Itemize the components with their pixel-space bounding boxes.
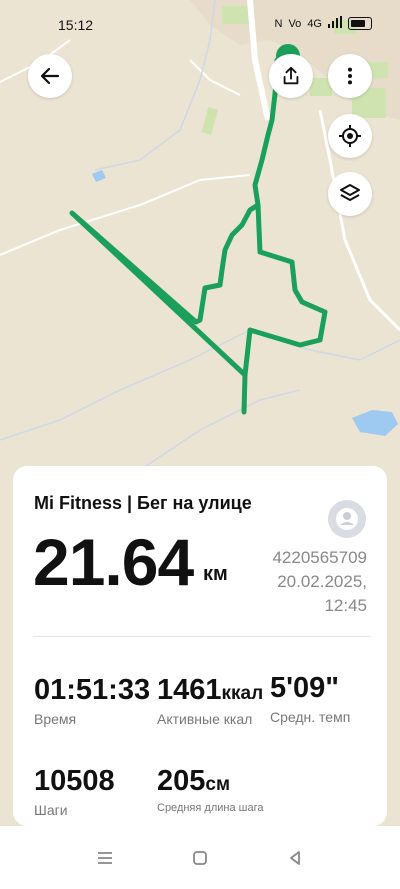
back-triangle-icon (290, 851, 300, 865)
user-avatar-icon (328, 500, 366, 538)
duration-value: 01:51:33 (34, 674, 151, 706)
home-button[interactable] (188, 846, 212, 870)
steps-label: Шаги (34, 802, 68, 818)
volte-icon: Vo (288, 17, 302, 30)
menu-icon (98, 852, 112, 864)
pace-label: Средн. темп (270, 709, 351, 725)
share-icon (283, 66, 299, 85)
layers-button[interactable] (328, 172, 372, 216)
stat-steps: 10508 Шаги (34, 765, 115, 818)
stride-value: 205 (157, 765, 206, 797)
stride-label: Средняя длина шага (157, 802, 264, 814)
signal-icon (328, 16, 342, 31)
arrow-left-icon (40, 67, 60, 85)
workout-time: 12:45 (324, 596, 367, 615)
distance-unit: км (203, 563, 228, 585)
steps-value: 10508 (34, 765, 115, 797)
calories-label: Активные ккал (157, 711, 253, 727)
calories-value: 1461 (157, 674, 222, 706)
nfc-icon: N (274, 17, 283, 30)
workout-title: Mi Fitness | Бег на улице (34, 493, 252, 513)
stat-duration: 01:51:33 Время (34, 674, 150, 727)
avatar[interactable] (328, 500, 366, 538)
stat-calories: 1461ккал Активные ккал (157, 674, 263, 727)
locate-button[interactable] (328, 114, 372, 158)
more-button[interactable] (328, 54, 372, 98)
network-label: 4G (307, 17, 322, 30)
stride-unit: см (205, 774, 231, 795)
stat-stride: 205см Средняя длина шага (157, 765, 263, 814)
back-button[interactable] (28, 54, 72, 98)
pace-value: 5'09" (270, 672, 340, 704)
home-square-icon (193, 851, 207, 865)
workout-meta: 4220565709 20.02.2025, 12:45 (272, 546, 367, 618)
layers-icon (340, 184, 360, 201)
more-vertical-icon (347, 67, 353, 85)
locate-icon (339, 125, 361, 147)
status-time: 15:12 (58, 17, 94, 33)
distance-value: 21.64 (33, 525, 194, 599)
system-nav-bar (0, 826, 400, 889)
duration-label: Время (34, 711, 77, 727)
calories-unit: ккал (221, 683, 264, 704)
battery-icon (348, 17, 372, 30)
status-bar: 15:12 N Vo 4G (0, 0, 400, 48)
user-id: 4220565709 (272, 548, 367, 567)
status-icons: N Vo 4G (274, 16, 372, 31)
recents-button[interactable] (93, 846, 117, 870)
system-back-button[interactable] (283, 846, 307, 870)
workout-route-tail (241, 372, 248, 415)
workout-date: 20.02.2025, (277, 572, 367, 591)
workout-summary-card: Mi Fitness | Бег на улице 21.64 км 42205… (13, 466, 387, 826)
divider (33, 636, 371, 637)
stat-pace: 5'09" Средн. темп (270, 672, 350, 725)
share-button[interactable] (269, 54, 313, 98)
